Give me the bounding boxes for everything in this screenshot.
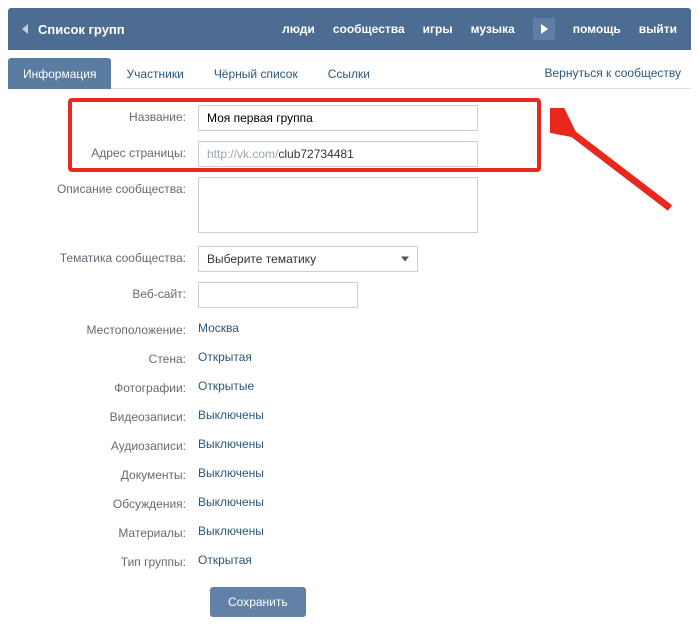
discussions-value[interactable]: Выключены — [198, 492, 264, 509]
audios-value[interactable]: Выключены — [198, 434, 264, 451]
name-input[interactable] — [198, 105, 478, 131]
docs-value[interactable]: Выключены — [198, 463, 264, 480]
tab-blacklist[interactable]: Чёрный список — [199, 58, 313, 89]
nav-people[interactable]: люди — [282, 22, 315, 36]
audios-label: Аудиозаписи: — [38, 434, 198, 453]
location-label: Местоположение: — [38, 318, 198, 337]
videos-value[interactable]: Выключены — [198, 405, 264, 422]
group-type-label: Тип группы: — [38, 550, 198, 569]
back-arrow-icon[interactable] — [22, 24, 28, 34]
description-textarea[interactable] — [198, 177, 478, 233]
topic-select[interactable]: Выберите тематику — [198, 246, 418, 272]
topic-label: Тематика сообщества: — [38, 246, 198, 265]
tab-members[interactable]: Участники — [111, 58, 198, 89]
nav-links: люди сообщества игры музыка помощь выйти — [282, 18, 677, 40]
topbar: Список групп люди сообщества игры музыка… — [8, 8, 691, 50]
tab-links[interactable]: Ссылки — [313, 58, 385, 89]
discussions-label: Обсуждения: — [38, 492, 198, 511]
nav-communities[interactable]: сообщества — [333, 22, 405, 36]
nav-games[interactable]: игры — [423, 22, 453, 36]
location-value[interactable]: Москва — [198, 318, 239, 335]
form-area: Название: Адрес страницы: http://vk.com/… — [8, 89, 691, 641]
play-icon — [541, 24, 548, 34]
photos-value[interactable]: Открытые — [198, 376, 254, 393]
breadcrumb[interactable]: Список групп — [38, 22, 282, 37]
nav-help[interactable]: помощь — [573, 22, 621, 36]
save-button[interactable]: Сохранить — [210, 587, 306, 617]
description-label: Описание сообщества: — [38, 177, 198, 196]
docs-label: Документы: — [38, 463, 198, 482]
photos-label: Фотографии: — [38, 376, 198, 395]
topic-select-value: Выберите тематику — [207, 252, 316, 266]
group-type-value[interactable]: Открытая — [198, 550, 252, 567]
wall-value[interactable]: Открытая — [198, 347, 252, 364]
tab-info[interactable]: Информация — [8, 58, 111, 89]
website-input[interactable] — [198, 282, 358, 308]
address-prefix: http://vk.com/ — [207, 147, 278, 161]
tabs-bar: Информация Участники Чёрный список Ссылк… — [8, 50, 691, 89]
nav-logout[interactable]: выйти — [639, 22, 677, 36]
play-button[interactable] — [533, 18, 555, 40]
materials-value[interactable]: Выключены — [198, 521, 264, 538]
back-to-community-link[interactable]: Вернуться к сообществу — [544, 58, 691, 88]
nav-music[interactable]: музыка — [471, 22, 515, 36]
address-input[interactable]: http://vk.com/club72734481 — [198, 141, 478, 167]
materials-label: Материалы: — [38, 521, 198, 540]
videos-label: Видеозаписи: — [38, 405, 198, 424]
address-label: Адрес страницы: — [38, 141, 198, 160]
name-label: Название: — [38, 105, 198, 124]
address-suffix: club72734481 — [278, 147, 353, 161]
website-label: Веб-сайт: — [38, 282, 198, 301]
wall-label: Стена: — [38, 347, 198, 366]
